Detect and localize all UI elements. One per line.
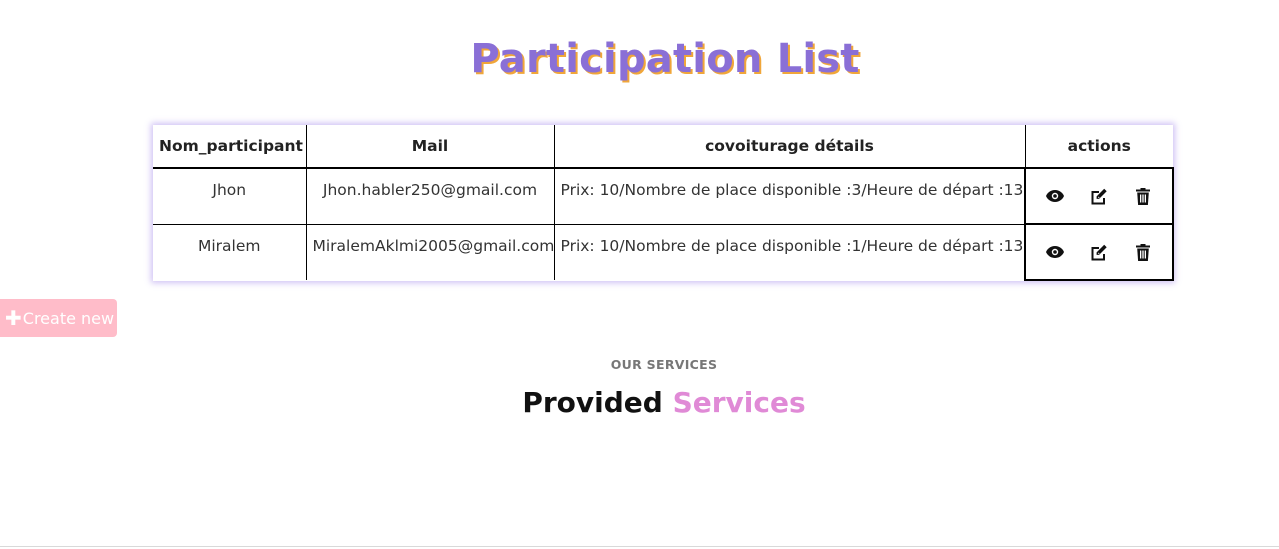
plus-icon: ✚ xyxy=(5,306,22,330)
table-header-row: Nom_participant Mail covoiturage détails… xyxy=(153,125,1173,169)
create-new-label: Create new xyxy=(22,308,115,328)
cell-details: Prix: 10/Nombre de place disponible :3/H… xyxy=(554,168,1026,224)
services-eyebrow: OUR SERVICES xyxy=(610,357,718,372)
cell-actions xyxy=(1024,223,1174,281)
cell-mail: MiralemAklmi2005@gmail.com xyxy=(306,223,555,280)
services-title-main: Provided xyxy=(522,386,663,419)
cell-name: Miralem xyxy=(153,223,307,280)
cell-name: Jhon xyxy=(153,168,307,224)
edit-icon[interactable] xyxy=(1088,241,1110,263)
header-covoiturage-details: covoiturage détails xyxy=(554,125,1026,169)
page: Participation List Nom_participant Mail … xyxy=(0,0,1279,549)
table-row: Miralem MiralemAklmi2005@gmail.com Prix:… xyxy=(153,223,1174,281)
services-title-accent: Services xyxy=(672,386,806,419)
participation-table: Nom_participant Mail covoiturage détails… xyxy=(153,125,1174,281)
cell-details: Prix: 10/Nombre de place disponible :1/H… xyxy=(554,223,1026,280)
trash-icon[interactable] xyxy=(1132,185,1154,207)
create-new-button[interactable]: ✚ Create new xyxy=(0,299,117,337)
header-mail: Mail xyxy=(306,125,555,169)
header-nom-participant: Nom_participant xyxy=(153,125,307,169)
header-actions: actions xyxy=(1025,125,1173,169)
services-title: Provided Services xyxy=(0,386,1279,419)
bottom-divider xyxy=(0,546,1279,547)
eye-icon[interactable] xyxy=(1044,241,1066,263)
edit-icon[interactable] xyxy=(1088,185,1110,207)
page-title: Participation List xyxy=(470,36,860,82)
table-row: Jhon Jhon.habler250@gmail.com Prix: 10/N… xyxy=(153,167,1174,225)
trash-icon[interactable] xyxy=(1132,241,1154,263)
cell-mail: Jhon.habler250@gmail.com xyxy=(306,168,555,224)
eye-icon[interactable] xyxy=(1044,185,1066,207)
cell-actions xyxy=(1024,167,1174,225)
